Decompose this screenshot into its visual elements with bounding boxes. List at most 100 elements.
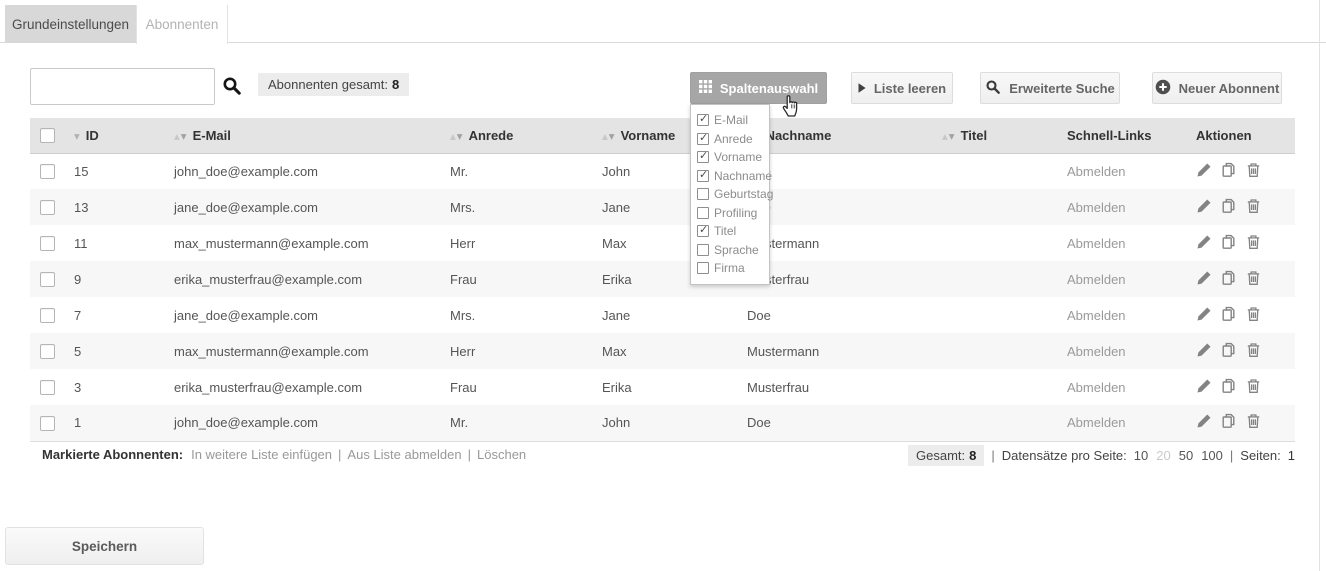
column-header-label: ID <box>86 128 99 143</box>
unsubscribe-link[interactable]: Abmelden <box>1067 272 1126 287</box>
cell-titel <box>934 297 1059 333</box>
table-header-row: ▼ID▲▼E-Mail▲▼Anrede▲▼Vorname▲▼Nachname▲▼… <box>30 118 1295 153</box>
delete-marked-link[interactable]: Löschen <box>477 447 526 462</box>
column-option-label: Firma <box>714 261 745 275</box>
edit-icon[interactable] <box>1196 378 1212 394</box>
column-option[interactable]: ✓ E-Mail <box>697 111 769 130</box>
row-checkbox[interactable] <box>40 308 55 323</box>
tab-grundeinstellungen[interactable]: Grundeinstellungen <box>5 5 136 43</box>
row-checkbox[interactable] <box>40 380 55 395</box>
column-option[interactable]: Geburtstag <box>697 185 769 204</box>
edit-icon[interactable] <box>1196 234 1212 250</box>
unsubscribe-link[interactable]: Abmelden <box>1067 164 1126 179</box>
search-input[interactable] <box>30 68 215 105</box>
duplicate-icon[interactable] <box>1221 413 1237 429</box>
add-to-list-link[interactable]: In weitere Liste einfügen <box>191 447 332 462</box>
unsubscribe-link[interactable]: Abmelden <box>1067 236 1126 251</box>
checkbox-unchecked-icon[interactable] <box>697 262 709 274</box>
delete-icon[interactable] <box>1246 162 1261 178</box>
row-checkbox[interactable] <box>40 164 55 179</box>
edit-icon[interactable] <box>1196 270 1212 286</box>
column-option[interactable]: Profiling <box>697 204 769 223</box>
checkbox-unchecked-icon[interactable] <box>697 188 709 200</box>
row-select-cell <box>30 333 66 369</box>
row-checkbox[interactable] <box>40 416 55 431</box>
column-option[interactable]: ✓Vorname <box>697 148 769 167</box>
column-select-button[interactable]: Spaltenauswahl <box>690 72 827 104</box>
duplicate-icon[interactable] <box>1221 342 1237 358</box>
column-header-titel[interactable]: ▲▼Titel <box>934 118 1059 153</box>
delete-icon[interactable] <box>1246 342 1261 358</box>
edit-icon[interactable] <box>1196 162 1212 178</box>
column-header-id[interactable]: ▼ID <box>66 118 166 153</box>
pages-value: 1 <box>1288 448 1295 463</box>
row-checkbox[interactable] <box>40 236 55 251</box>
column-header-schnell_links: Schnell-Links <box>1059 118 1188 153</box>
per-page-option-50[interactable]: 50 <box>1179 448 1193 463</box>
unsubscribe-link[interactable]: Abmelden <box>1067 380 1126 395</box>
cell-quick-links: Abmelden <box>1059 153 1188 189</box>
edit-icon[interactable] <box>1196 198 1212 214</box>
unsubscribe-link[interactable]: Abmelden <box>1067 344 1126 359</box>
delete-icon[interactable] <box>1246 378 1261 394</box>
cell-vorname: Max <box>594 333 739 369</box>
cell-email: jane_doe@example.com <box>166 297 442 333</box>
column-header-email[interactable]: ▲▼E-Mail <box>166 118 442 153</box>
unsubscribe-link[interactable]: Abmelden <box>1067 200 1126 215</box>
column-option[interactable]: Sprache <box>697 241 769 260</box>
duplicate-icon[interactable] <box>1221 306 1237 322</box>
delete-icon[interactable] <box>1246 234 1261 250</box>
column-option[interactable]: Firma <box>697 259 769 278</box>
cell-id: 7 <box>66 297 166 333</box>
checkbox-checked-icon[interactable]: ✓ <box>697 151 709 163</box>
checkbox-checked-icon[interactable]: ✓ <box>697 114 709 126</box>
total-badge: Gesamt: 8 <box>908 445 984 466</box>
delete-icon[interactable] <box>1246 306 1261 322</box>
edit-icon[interactable] <box>1196 413 1212 429</box>
delete-icon[interactable] <box>1246 413 1261 429</box>
checkbox-unchecked-icon[interactable] <box>697 244 709 256</box>
new-subscriber-button[interactable]: Neuer Abonnent <box>1152 72 1282 104</box>
delete-icon[interactable] <box>1246 198 1261 214</box>
row-checkbox[interactable] <box>40 200 55 215</box>
row-checkbox[interactable] <box>40 344 55 359</box>
save-button[interactable]: Speichern <box>5 527 204 565</box>
row-checkbox[interactable] <box>40 272 55 287</box>
column-option[interactable]: ✓Nachname <box>697 167 769 186</box>
column-option[interactable]: ✓Anrede <box>697 130 769 149</box>
checkbox-checked-icon[interactable]: ✓ <box>697 225 709 237</box>
row-actions <box>1196 342 1261 358</box>
pages-label: Seiten: <box>1240 448 1280 463</box>
cell-email: erika_musterfrau@example.com <box>166 261 442 297</box>
per-page-option-20: 20 <box>1156 448 1170 463</box>
per-page-option-100[interactable]: 100 <box>1201 448 1223 463</box>
duplicate-icon[interactable] <box>1221 234 1237 250</box>
column-option-label: E-Mail <box>714 113 748 127</box>
clear-list-button[interactable]: Liste leeren <box>851 72 953 104</box>
edit-icon[interactable] <box>1196 342 1212 358</box>
checkbox-checked-icon[interactable]: ✓ <box>697 133 709 145</box>
row-select-cell <box>30 405 66 441</box>
select-all-checkbox[interactable] <box>40 128 55 143</box>
separator: | <box>338 447 341 462</box>
unsubscribe-link[interactable]: Abmelden <box>1067 415 1126 430</box>
duplicate-icon[interactable] <box>1221 198 1237 214</box>
column-option[interactable]: ✓Titel <box>697 222 769 241</box>
duplicate-icon[interactable] <box>1221 270 1237 286</box>
per-page-option-10[interactable]: 10 <box>1134 448 1148 463</box>
search-icon[interactable] <box>221 75 243 97</box>
duplicate-icon[interactable] <box>1221 378 1237 394</box>
duplicate-icon[interactable] <box>1221 162 1237 178</box>
column-header-anrede[interactable]: ▲▼Anrede <box>442 118 594 153</box>
tab-abonnenten[interactable]: Abonnenten <box>136 5 228 44</box>
cell-quick-links: Abmelden <box>1059 405 1188 441</box>
checkbox-checked-icon[interactable]: ✓ <box>697 170 709 182</box>
edit-icon[interactable] <box>1196 306 1212 322</box>
delete-icon[interactable] <box>1246 270 1261 286</box>
check-icon: ✓ <box>699 131 708 144</box>
checkbox-unchecked-icon[interactable] <box>697 207 709 219</box>
advanced-search-button[interactable]: Erweiterte Suche <box>980 72 1120 104</box>
unsubscribe-from-list-link[interactable]: Aus Liste abmelden <box>347 447 461 462</box>
cell-quick-links: Abmelden <box>1059 297 1188 333</box>
unsubscribe-link[interactable]: Abmelden <box>1067 308 1126 323</box>
